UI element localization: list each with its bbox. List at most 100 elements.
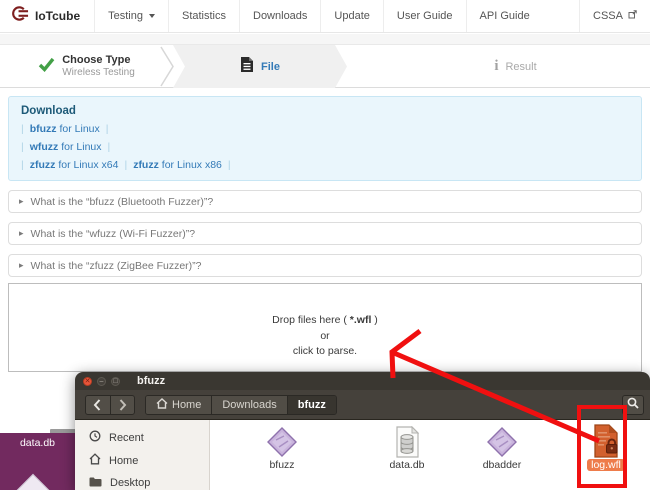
step-title: File: [261, 60, 280, 73]
link-bold: zfuzz: [29, 159, 56, 171]
chevron-down-icon: [148, 14, 155, 18]
link-bold: zfuzz: [133, 159, 159, 171]
nav-item-label: Statistics: [181, 10, 226, 22]
page: IoTcube Testing Statistics Downloads Upd…: [0, 0, 650, 490]
sidebar-item-home[interactable]: Home: [75, 449, 209, 472]
wfl-document-lock-icon: [592, 422, 620, 458]
executable-diamond-icon: [266, 422, 298, 458]
separator: |: [227, 159, 231, 171]
nav-item-statistics[interactable]: Statistics: [167, 0, 239, 32]
check-icon: [38, 57, 55, 77]
step-result[interactable]: i Result: [347, 45, 650, 88]
breadcrumb: Home Downloads bfuzz: [145, 395, 337, 415]
sidebar-item-label: Recent: [109, 431, 144, 444]
file-item-bfuzz[interactable]: bfuzz: [244, 422, 320, 471]
link-rest: for Linux: [58, 141, 102, 153]
nav-item-downloads[interactable]: Downloads: [239, 0, 320, 32]
nav-item-label: Downloads: [253, 10, 308, 22]
top-nav: IoTcube Testing Statistics Downloads Upd…: [0, 0, 650, 33]
history-nav-buttons: [85, 395, 135, 415]
download-link-wfuzz-linux[interactable]: wfuzz for Linux: [30, 141, 102, 153]
nav-item-label: User Guide: [396, 10, 453, 22]
minimize-button[interactable]: –: [97, 376, 106, 386]
file-name: bfuzz: [269, 459, 295, 471]
dropzone-line2: or: [320, 329, 330, 342]
download-link-bfuzz-linux[interactable]: bfuzz for Linux: [30, 123, 100, 135]
faq-accordion-bfuzz[interactable]: ▸ What is the “bfuzz (Bluetooth Fuzzer)”…: [8, 190, 642, 213]
separator: |: [21, 123, 24, 135]
back-button[interactable]: [86, 396, 110, 414]
file-name: dbadder: [482, 459, 522, 471]
caret-right-icon: ▸: [19, 228, 24, 238]
database-file-icon: [393, 422, 421, 458]
step-title: Result: [505, 60, 537, 73]
nav-link-label: CSSA: [593, 10, 623, 22]
step-subtitle: Wireless Testing: [62, 67, 135, 78]
file-manager-window: ✕ – □ bfuzz Home Downloads bfuzz Recent …: [75, 372, 650, 490]
breadcrumb-home[interactable]: Home: [146, 396, 212, 414]
home-icon: [156, 398, 168, 412]
download-row-wfuzz: | wfuzz for Linux |: [21, 141, 629, 153]
breadcrumb-downloads[interactable]: Downloads: [211, 396, 287, 414]
faq-question: What is the “wfuzz (Wi-Fi Fuzzer)”?: [30, 227, 196, 240]
file-name: log.wfl: [587, 459, 625, 471]
nav-item-user-guide[interactable]: User Guide: [382, 0, 466, 32]
step-choose-type[interactable]: Choose Type Wireless Testing: [0, 45, 173, 88]
file-item-dbadder[interactable]: dbadder: [464, 422, 540, 471]
desktop-file-icon: [11, 473, 55, 490]
breadcrumb-label: bfuzz: [297, 399, 326, 411]
dropzone-text: Drop files here (: [272, 314, 350, 326]
window-body: Recent Home Desktop bfuzz data.db dbadde…: [75, 420, 650, 490]
external-link-icon: [628, 10, 637, 22]
separator: |: [21, 159, 24, 171]
step-file[interactable]: File: [173, 45, 347, 88]
brand-name: IoTcube: [35, 9, 81, 23]
brand[interactable]: IoTcube: [0, 0, 94, 32]
nav-item-testing[interactable]: Testing: [94, 0, 168, 32]
dropzone-line1: Drop files here ( *.wfl ): [9, 313, 641, 329]
window-toolbar: Home Downloads bfuzz: [75, 390, 650, 420]
file-dropzone[interactable]: Drop files here ( *.wfl ) or click to pa…: [8, 283, 642, 372]
dropzone-line3: click to parse.: [292, 345, 358, 357]
header-divider-strip: [0, 34, 650, 45]
nav-item-api-guide[interactable]: API Guide: [465, 0, 543, 32]
iotcube-logo-icon: [10, 4, 29, 28]
wizard-stepper: Choose Type Wireless Testing File i Resu…: [0, 45, 650, 88]
sidebar-item-recent[interactable]: Recent: [75, 426, 209, 449]
nav-item-label: Testing: [108, 10, 143, 22]
faq-accordion-wfuzz[interactable]: ▸ What is the “wfuzz (Wi-Fi Fuzzer)”?: [8, 222, 642, 245]
forward-button[interactable]: [109, 396, 135, 414]
window-title: bfuzz: [137, 375, 166, 387]
breadcrumb-label: Downloads: [222, 399, 277, 411]
link-rest: for Linux x64: [55, 159, 119, 171]
download-panel: Download | bfuzz for Linux | | wfuzz for…: [8, 96, 642, 181]
faq-question: What is the “zfuzz (ZigBee Fuzzer)”?: [30, 259, 202, 272]
file-item-data-db[interactable]: data.db: [369, 422, 445, 471]
window-titlebar[interactable]: ✕ – □ bfuzz: [75, 372, 650, 390]
download-link-zfuzz-x64[interactable]: zfuzz for Linux x64: [30, 159, 119, 171]
download-link-zfuzz-x86[interactable]: zfuzz for Linux x86: [133, 159, 222, 171]
desktop-file-label: data.db: [19, 437, 56, 449]
clock-icon: [89, 430, 101, 445]
file-item-log-wfl[interactable]: log.wfl: [568, 422, 644, 471]
download-row-bfuzz: | bfuzz for Linux |: [21, 123, 629, 135]
caret-right-icon: ▸: [19, 260, 24, 270]
places-sidebar: Recent Home Desktop: [75, 420, 210, 490]
faq-accordion-zfuzz[interactable]: ▸ What is the “zfuzz (ZigBee Fuzzer)”?: [8, 254, 642, 277]
sidebar-item-desktop[interactable]: Desktop: [75, 472, 209, 490]
maximize-button[interactable]: □: [111, 376, 120, 386]
breadcrumb-bfuzz[interactable]: bfuzz: [286, 396, 336, 414]
nav-link-cssa[interactable]: CSSA: [579, 0, 650, 32]
caret-right-icon: ▸: [19, 196, 24, 206]
home-icon: [89, 453, 101, 468]
step-title: Choose Type: [62, 54, 131, 66]
file-grid: bfuzz data.db dbadder log.wfl: [210, 420, 650, 490]
link-bold: bfuzz: [29, 123, 57, 135]
search-button[interactable]: [622, 395, 644, 415]
separator: |: [21, 141, 24, 153]
close-button[interactable]: ✕: [83, 376, 92, 386]
nav-item-update[interactable]: Update: [320, 0, 382, 32]
sidebar-item-label: Home: [109, 454, 139, 467]
breadcrumb-label: Home: [172, 399, 202, 411]
download-row-zfuzz: | zfuzz for Linux x64 | zfuzz for Linux …: [21, 159, 629, 171]
